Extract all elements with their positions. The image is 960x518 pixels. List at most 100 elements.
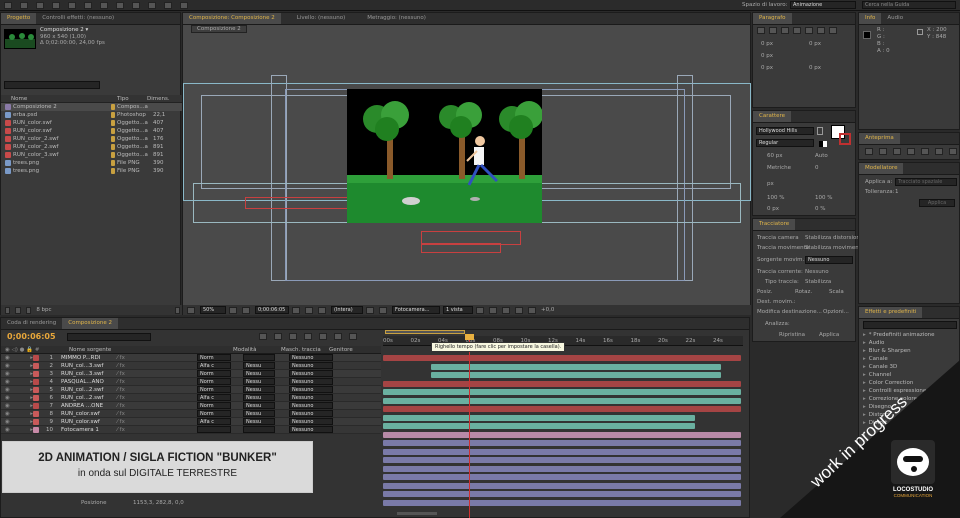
layer-label-color[interactable] xyxy=(33,370,39,377)
visibility-icon[interactable]: ◉ xyxy=(1,371,11,377)
layer-duration-bar[interactable] xyxy=(383,406,741,412)
layer-label-color[interactable] xyxy=(33,386,39,393)
last-frame-icon[interactable] xyxy=(921,148,929,155)
smoother-apply-button[interactable]: Applica xyxy=(919,199,955,207)
layer-trackmatte-select[interactable] xyxy=(243,354,275,361)
bpc-label[interactable]: 8 bpc xyxy=(36,307,51,313)
track-camera-button[interactable]: Traccia camera xyxy=(757,235,799,241)
layer-switches[interactable]: ⁄ fx xyxy=(117,379,197,385)
expand-triangle-icon[interactable]: ▸ xyxy=(11,355,33,361)
layer-trackmatte-select[interactable]: Nessu xyxy=(243,394,275,401)
next-frame-icon[interactable] xyxy=(907,148,915,155)
horizontal-scale-value[interactable]: 100 % xyxy=(815,195,832,201)
layer-trackmatte-select[interactable]: Nessu xyxy=(243,402,275,409)
tab-project[interactable]: Progetto xyxy=(1,13,37,24)
flowchart-icon[interactable] xyxy=(515,306,523,314)
project-list-item[interactable]: trees.png File PNG 390 xyxy=(1,159,182,167)
expand-triangle-icon[interactable]: ▸ xyxy=(11,363,33,369)
new-comp-icon[interactable] xyxy=(25,306,32,314)
layer-source-name[interactable]: RUN_col...2.swf xyxy=(61,395,117,401)
composition-canvas[interactable] xyxy=(347,89,542,223)
font-style-select[interactable]: Regular xyxy=(756,139,814,147)
layer-label-color[interactable] xyxy=(33,410,39,417)
layer-row[interactable]: ◉ ▸ 2 RUN_col...3.swf ⁄ fx Alfa c Nessu Nessun… xyxy=(1,362,381,370)
layer-duration-bar[interactable] xyxy=(383,482,741,489)
layer-row[interactable]: ◉ ▸ 8 RUN_color.swf ⁄ fx Norm Nessu Nessuno xyxy=(1,410,381,418)
layer-duration-bar[interactable] xyxy=(383,491,741,497)
tab-preview[interactable]: Anteprima xyxy=(859,133,900,144)
layer-switches[interactable]: ⁄ fx xyxy=(117,403,197,409)
workspace-select[interactable]: Animazione xyxy=(790,1,856,9)
layer-source-name[interactable]: Fotocamera 1 xyxy=(61,427,117,433)
expand-triangle-icon[interactable]: ▸ xyxy=(11,411,33,417)
layer-duration-bar[interactable] xyxy=(383,440,741,446)
exposure-value[interactable]: +0,0 xyxy=(541,307,554,313)
layer-parent-select[interactable]: Nessuno xyxy=(289,418,333,425)
puppet-tool-icon[interactable] xyxy=(180,2,188,9)
tab-effect-controls[interactable]: Controlli effetti: (nessuno) xyxy=(36,13,120,24)
effects-category-item[interactable]: ▸ Blur & Sharpen xyxy=(863,347,959,355)
col-source-name-header[interactable]: Nome sorgente xyxy=(69,347,233,353)
layer-duration-bar[interactable] xyxy=(383,380,741,387)
comp-mini-flowchart-icon[interactable] xyxy=(259,333,267,340)
scale-checkbox[interactable]: Scala xyxy=(829,289,844,295)
kerning-value[interactable]: Metriche xyxy=(767,165,791,171)
first-frame-icon[interactable] xyxy=(865,148,873,155)
project-list-item[interactable]: RUN_color_2.swf Oggetto...a 891 xyxy=(1,143,182,151)
camera-tool-icon[interactable] xyxy=(68,2,76,9)
layer-duration-bar[interactable] xyxy=(383,448,741,455)
eyedropper-icon[interactable] xyxy=(817,127,823,135)
layer-source-name[interactable]: RUN_col...2.swf xyxy=(61,387,117,393)
layer-switches[interactable]: ⁄ fx xyxy=(117,363,197,369)
layer-row[interactable]: ◉ ▸ 10 Fotocamera 1 ⁄ fx Nessuno xyxy=(1,426,381,434)
layer-label-color[interactable] xyxy=(33,394,39,401)
layer-row[interactable]: ◉ ▸ 6 RUN_col...2.swf ⁄ fx Alfa c Nessu Nessun… xyxy=(1,394,381,402)
layer-source-name[interactable]: RUN_col...3.swf xyxy=(61,363,117,369)
layer-parent-select[interactable]: Nessuno xyxy=(289,378,333,385)
always-preview-icon[interactable] xyxy=(187,306,195,314)
project-search-input[interactable] xyxy=(4,81,100,89)
layer-source-name[interactable]: RUN_col...3.swf xyxy=(61,371,117,377)
layer-parent-select[interactable]: Nessuno xyxy=(289,426,333,433)
tab-audio[interactable]: Audio xyxy=(881,13,909,24)
space-before-value[interactable]: 0 px xyxy=(761,65,773,71)
viewer-timecode[interactable]: 0;00:06:05 xyxy=(255,306,289,314)
align-center-icon[interactable] xyxy=(769,27,777,34)
layer-duration-bar[interactable] xyxy=(383,355,741,361)
audio-icon[interactable] xyxy=(935,148,943,155)
reset-button[interactable]: Ripristina xyxy=(779,332,805,338)
pan-tool-icon[interactable] xyxy=(84,2,92,9)
tab-info[interactable]: Info xyxy=(859,13,882,24)
tolerance-value[interactable]: 1 xyxy=(895,189,899,195)
warp-stabilizer-button[interactable]: Stabilizza distorsione xyxy=(805,235,863,241)
tab-tracker[interactable]: Tracciatore xyxy=(753,219,796,230)
channel-icon[interactable] xyxy=(318,306,326,314)
layer-label-color[interactable] xyxy=(33,418,39,425)
layer-duration-bar[interactable] xyxy=(383,431,741,438)
tab-render-queue[interactable]: Coda di rendering xyxy=(1,318,62,329)
visibility-icon[interactable]: ◉ xyxy=(1,419,11,425)
mask-visibility-icon[interactable] xyxy=(242,306,250,314)
justify-left-icon[interactable] xyxy=(793,27,801,34)
layer-source-name[interactable]: RUN_color.swf xyxy=(61,419,117,425)
resolution-select[interactable]: (Intera) xyxy=(331,306,363,314)
layer-duration-bar[interactable] xyxy=(383,414,695,421)
tracker-options-button[interactable]: Opzioni... xyxy=(823,309,849,315)
new-folder-icon[interactable] xyxy=(15,306,21,314)
layer-trackmatte-select[interactable] xyxy=(243,426,275,433)
indent-right-value[interactable]: 0 px xyxy=(809,41,821,47)
show-snapshot-icon[interactable] xyxy=(305,306,313,314)
indent-left-value[interactable]: 0 px xyxy=(761,41,773,47)
motion-source-select[interactable]: Nessuno xyxy=(805,256,853,264)
layer-duration-bar[interactable] xyxy=(383,423,695,429)
justify-all-icon[interactable] xyxy=(829,27,837,34)
visibility-icon[interactable]: ◉ xyxy=(1,363,11,369)
frame-blending-icon[interactable] xyxy=(304,333,312,340)
brainstorm-icon[interactable] xyxy=(349,333,357,340)
layer-duration-bar[interactable] xyxy=(383,499,741,506)
justify-right-icon[interactable] xyxy=(817,27,825,34)
prev-frame-icon[interactable] xyxy=(879,148,887,155)
col-mode-header[interactable]: Modalità xyxy=(233,347,281,353)
layer-mode-select[interactable]: Alfa c xyxy=(197,394,231,401)
layer-mode-select[interactable]: Norm xyxy=(197,386,231,393)
